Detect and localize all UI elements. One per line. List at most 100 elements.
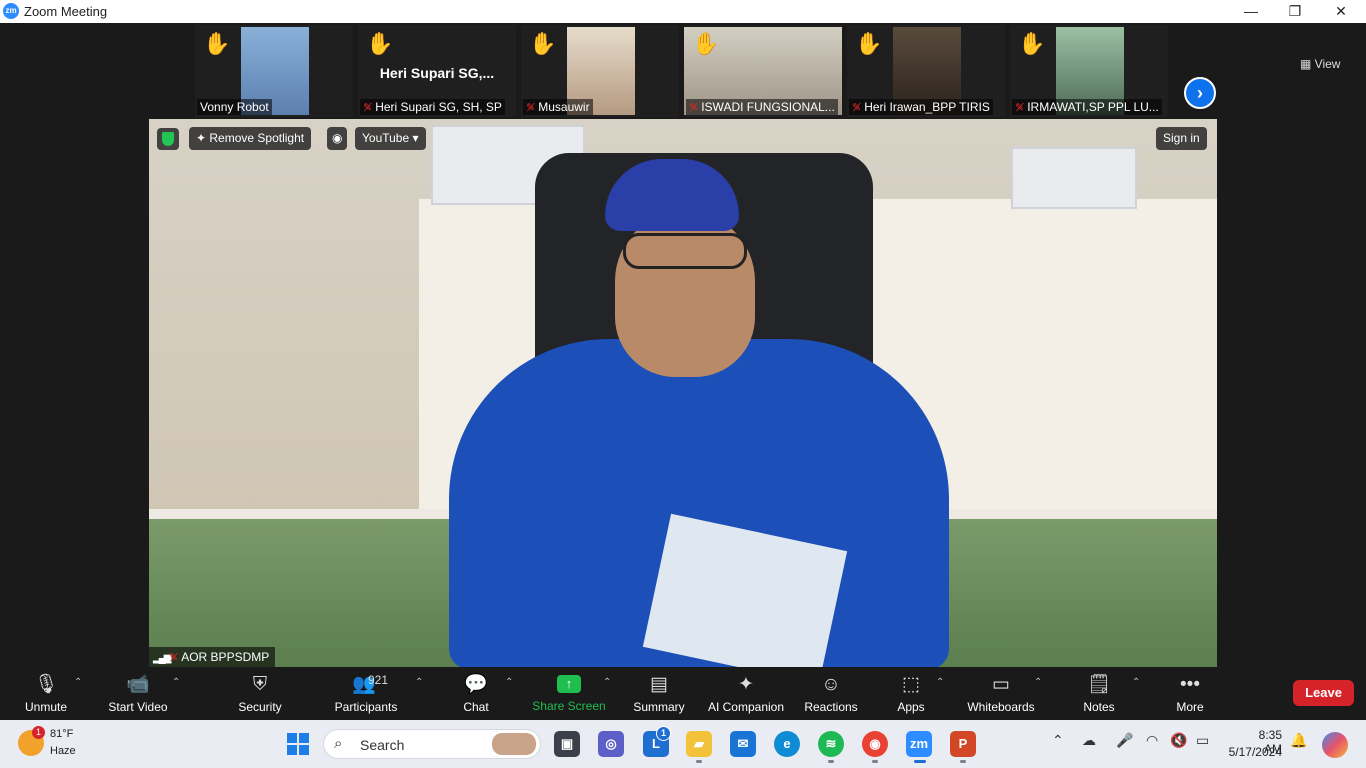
pin-icon: ✦	[196, 131, 210, 145]
raised-hand-icon: ✋	[203, 31, 231, 56]
onedrive-cloud-icon[interactable]: ☁	[1082, 732, 1096, 749]
participants-strip: ✋ Vonny Robot ✋ Heri Supari SG,... ✎̸ Her…	[0, 23, 1366, 119]
share-screen-button[interactable]: ↑ Share Screen	[532, 667, 606, 720]
participant-tile[interactable]: ✋ Vonny Robot	[195, 25, 353, 117]
notification-bell-icon[interactable]: 🔔	[1290, 732, 1307, 749]
mic-muted-icon: ✎̸	[169, 652, 179, 664]
participants-options-caret[interactable]: ⌃	[415, 677, 423, 688]
view-button[interactable]: ▦ View	[1300, 57, 1340, 71]
apps-options-caret[interactable]: ⌃	[936, 677, 944, 688]
notes-options-caret[interactable]: ⌃	[1132, 677, 1140, 688]
restore-button[interactable]: ❐	[1272, 0, 1318, 23]
participant-name: ✎̸ IRMAWATI,SP PPL LU...	[1012, 99, 1162, 115]
chat-options-caret[interactable]: ⌃	[505, 677, 513, 688]
speaker-muted-icon[interactable]: 🔇	[1170, 732, 1187, 749]
speaker-glasses	[623, 233, 747, 269]
participant-tile[interactable]: ✋ ✎̸ ISWADI FUNGSIONAL...	[684, 25, 842, 117]
apps-button[interactable]: ⬚ Apps	[888, 667, 934, 720]
more-button[interactable]: ••• More	[1168, 667, 1212, 720]
next-page-button[interactable]: ›	[1184, 77, 1216, 109]
weather-temperature[interactable]: 81°F	[50, 728, 73, 740]
meeting-toolbar: 🎙 Unmute ⌃ 📹 Start Video ⌃ ⛨ Security 👥 921 P…	[0, 667, 1366, 720]
lync-badge: 1	[656, 726, 671, 741]
task-view-icon[interactable]: ▣	[554, 731, 580, 757]
security-button[interactable]: ⛨ Security	[234, 667, 286, 720]
grid-icon: ▦	[1300, 57, 1315, 71]
participant-name: ✎̸ ISWADI FUNGSIONAL...	[686, 99, 838, 115]
taskbar-search[interactable]: ⌕ Search	[323, 729, 541, 759]
reactions-button[interactable]: ☺ Reactions	[802, 667, 860, 720]
search-icon: ⌕	[334, 735, 343, 752]
wifi-icon[interactable]: ◠	[1146, 732, 1158, 749]
chrome-icon[interactable]: ◉	[862, 731, 888, 757]
video-off-icon: 📹	[126, 674, 150, 695]
close-button[interactable]: ✕	[1318, 0, 1364, 23]
participant-tile[interactable]: ✋ ✎̸ Heri Irawan_BPP TIRIS	[847, 25, 1005, 117]
notes-button[interactable]: 🗒 Notes	[1076, 667, 1122, 720]
speaker-video: ✦ Remove Spotlight ◉ YouTube ▾ Sign in ▂…	[149, 119, 1217, 667]
running-indicator	[828, 760, 834, 763]
audio-options-caret[interactable]: ⌃	[74, 677, 82, 688]
whiteboards-button[interactable]: ▭ Whiteboards	[962, 667, 1040, 720]
mail-icon[interactable]: ✉	[730, 731, 756, 757]
shield-icon: ⛨	[252, 674, 268, 695]
spotify-icon[interactable]: ≋	[818, 731, 844, 757]
window-title: Zoom Meeting	[24, 4, 108, 19]
participants-button[interactable]: 👥 921 Participants	[332, 667, 400, 720]
live-stream-button[interactable]: ◉	[327, 127, 348, 150]
weather-condition[interactable]: Haze	[50, 745, 76, 757]
start-video-button[interactable]: 📹 Start Video	[104, 667, 172, 720]
broadcast-icon: ◉	[332, 131, 343, 145]
zoom-taskbar-icon[interactable]: zm	[906, 731, 932, 757]
video-options-caret[interactable]: ⌃	[172, 677, 180, 688]
powerpoint-icon[interactable]: P	[950, 731, 976, 757]
mic-muted-icon: ✎̸	[852, 102, 862, 114]
participant-tile[interactable]: ✋ ✎̸ Musauwir	[521, 25, 679, 117]
raised-hand-icon: ✋	[855, 31, 883, 56]
whiteboards-options-caret[interactable]: ⌃	[1034, 677, 1042, 688]
active-indicator	[914, 760, 926, 763]
raised-hand-icon: ✋	[366, 31, 394, 56]
unmute-button[interactable]: 🎙 Unmute	[18, 667, 74, 720]
zoom-logo-icon: zm	[3, 3, 19, 19]
battery-icon[interactable]: ▭	[1196, 732, 1209, 749]
microphone-icon[interactable]: 🎤	[1116, 732, 1133, 749]
sign-in-button[interactable]: Sign in	[1156, 127, 1207, 150]
running-indicator	[696, 760, 702, 763]
teams-icon[interactable]: ◎	[598, 731, 624, 757]
participant-name: Vonny Robot	[197, 99, 272, 115]
running-indicator	[872, 760, 878, 763]
mic-muted-icon: ✎̸	[526, 102, 536, 114]
windows-taskbar: 1 81°F Haze ⌕ Search ▣ ◎ L 1 ▰ ✉ e ≋ ◉ z…	[0, 720, 1366, 768]
title-bar: zm Zoom Meeting — ❐ ✕	[0, 0, 1366, 23]
mic-muted-icon: ✎̸	[1015, 102, 1025, 114]
chevron-right-icon: ›	[1197, 83, 1203, 103]
microphone-off-icon: 🎙	[33, 674, 59, 695]
participant-tile[interactable]: ✋ ✎̸ IRMAWATI,SP PPL LU...	[1010, 25, 1168, 117]
ai-companion-button[interactable]: ✦ AI Companion	[704, 667, 788, 720]
clock-date[interactable]: 5/17/2024	[1224, 745, 1282, 759]
windows-start-icon[interactable]	[287, 733, 309, 755]
encryption-shield-icon[interactable]	[157, 128, 179, 150]
raised-hand-icon: ✋	[1018, 31, 1046, 56]
summary-button[interactable]: ▤ Summary	[630, 667, 688, 720]
leave-button[interactable]: Leave	[1293, 680, 1354, 706]
show-hidden-icons-chevron[interactable]: ⌃	[1052, 732, 1064, 749]
search-label: Search	[360, 737, 405, 753]
summary-icon: ▤	[650, 674, 668, 695]
signal-bars-icon: ▂▄▆	[153, 653, 171, 664]
share-options-caret[interactable]: ⌃	[603, 677, 611, 688]
remove-spotlight-button[interactable]: ✦ Remove Spotlight	[189, 127, 312, 150]
copilot-icon[interactable]	[1322, 732, 1348, 758]
chat-bubble-icon: 💬	[464, 674, 488, 695]
edge-browser-icon[interactable]: e	[774, 731, 800, 757]
minimize-button[interactable]: —	[1228, 0, 1274, 23]
raised-hand-icon: ✋	[529, 31, 557, 56]
chat-button[interactable]: 💬 Chat	[456, 667, 496, 720]
participant-tile[interactable]: ✋ Heri Supari SG,... ✎̸ Heri Supari SG, S…	[358, 25, 516, 117]
participant-name: ✎̸ Heri Supari SG, SH, SP	[360, 99, 505, 115]
caret-down-icon: ▾	[409, 131, 419, 145]
mic-muted-icon: ✎̸	[689, 102, 699, 114]
file-explorer-icon[interactable]: ▰	[686, 731, 712, 757]
youtube-dropdown[interactable]: YouTube ▾	[355, 127, 426, 150]
